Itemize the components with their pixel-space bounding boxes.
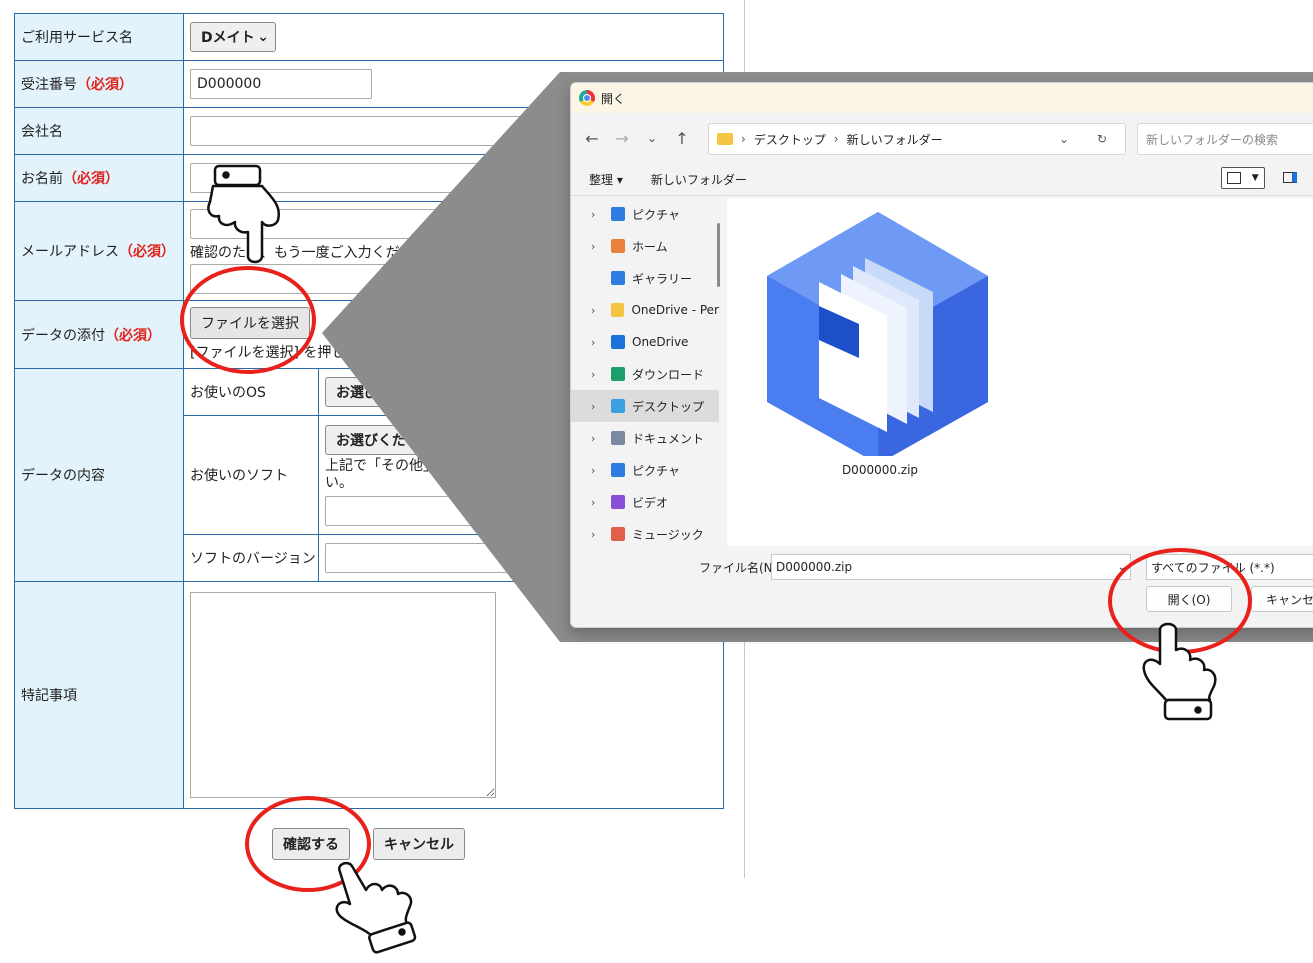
up-arrow-icon[interactable]: ↑ xyxy=(667,129,697,148)
sidebar-item-label: ピクチャ xyxy=(632,463,680,478)
sidebar-item-label: デスクトップ xyxy=(632,399,705,414)
address-dropdown-icon[interactable]: ⌄ xyxy=(1059,132,1069,146)
sidebar-item-label: ドキュメント xyxy=(632,431,705,446)
dialog-titlebar: 開く xyxy=(571,83,1313,113)
sidebar-scrollbar[interactable] xyxy=(717,223,720,287)
sidebar-item-label: OneDrive xyxy=(632,335,689,349)
sidebar-item[interactable]: ギャラリー xyxy=(571,262,719,294)
filename-label: ファイル名(N): xyxy=(699,561,782,575)
chevron-right-icon[interactable]: › xyxy=(591,240,611,253)
breadcrumb-desktop[interactable]: デスクトップ xyxy=(754,131,826,148)
sidebar-item[interactable]: › ピクチャ xyxy=(571,454,719,486)
dialog-nav: ← → ⌄ ↑ › デスクトップ › 新しいフォルダー ⌄ ↻ 新しいフォルダー… xyxy=(571,113,1313,163)
file-list: D000000.zip xyxy=(727,198,1313,546)
video-icon xyxy=(611,495,625,509)
onedrive-icon xyxy=(611,335,625,349)
onedrive-folder-icon xyxy=(610,303,625,317)
chevron-right-icon[interactable]: › xyxy=(591,496,611,509)
chevron-down-icon: ⌄ xyxy=(1117,561,1126,573)
sidebar-item[interactable]: › デスクトップ xyxy=(571,390,719,422)
sidebar-item-label: ビデオ xyxy=(632,495,669,510)
folder-icon xyxy=(717,133,733,145)
new-folder-button[interactable]: 新しいフォルダー xyxy=(651,171,747,188)
sidebar-item[interactable]: › ピクチャ xyxy=(571,198,719,230)
sidebar-item-label: ホーム xyxy=(632,239,668,254)
file-item[interactable]: D000000.zip xyxy=(767,206,993,477)
search-input[interactable]: 新しいフォルダーの検索 xyxy=(1137,123,1313,155)
chevron-right-icon[interactable]: › xyxy=(591,400,611,413)
gallery-icon xyxy=(611,271,625,285)
sidebar-item-label: ギャラリー xyxy=(632,271,693,286)
history-chevron-icon[interactable]: ⌄ xyxy=(637,131,667,145)
music-icon xyxy=(611,527,625,541)
pictures-icon xyxy=(611,463,625,477)
sidebar-item[interactable]: › OneDrive - Per xyxy=(571,294,719,326)
open-button[interactable]: 開く(O) xyxy=(1146,586,1232,612)
documents-icon xyxy=(611,431,625,445)
view-icon xyxy=(1227,172,1242,184)
view-toggle[interactable]: ▼ xyxy=(1221,167,1265,189)
zip-file-icon xyxy=(767,212,988,464)
open-file-dialog: 開く ← → ⌄ ↑ › デスクトップ › 新しいフォルダー ⌄ ↻ 新しいフォ… xyxy=(570,82,1313,628)
chevron-right-icon[interactable]: › xyxy=(591,432,611,445)
refresh-icon[interactable]: ↻ xyxy=(1097,132,1107,146)
pictures-icon xyxy=(611,207,625,221)
organize-menu[interactable]: 整理 ▾ xyxy=(589,171,623,188)
file-name-label: D000000.zip xyxy=(841,463,919,477)
chevron-down-icon: ▼ xyxy=(1251,173,1259,183)
desktop-icon xyxy=(611,399,625,413)
preview-pane-icon[interactable] xyxy=(1283,172,1297,183)
sidebar-item[interactable]: › ビデオ xyxy=(571,486,719,518)
sidebar-item-label: ダウンロード xyxy=(632,367,705,382)
dialog-toolbar: 整理 ▾ 新しいフォルダー ▼ xyxy=(571,163,1313,196)
chevron-right-icon[interactable]: › xyxy=(591,336,611,349)
dialog-title: 開く xyxy=(601,91,626,106)
filename-input[interactable]: D000000.zip ⌄ xyxy=(771,554,1131,580)
sidebar-item[interactable]: › ドキュメント xyxy=(571,422,719,454)
home-icon xyxy=(611,239,625,253)
dialog-footer: ファイル名(N): D000000.zip ⌄ すべてのファイル (*.*) 開… xyxy=(571,546,1313,627)
nav-sidebar: › ピクチャ › ホームギャラリー › OneDrive - Per › OneDrive › ダ… xyxy=(571,198,719,546)
file-type-filter[interactable]: すべてのファイル (*.*) xyxy=(1146,554,1313,580)
forward-arrow-icon[interactable]: → xyxy=(607,129,637,148)
chevron-right-icon[interactable]: › xyxy=(591,368,611,381)
back-arrow-icon[interactable]: ← xyxy=(577,129,607,148)
sidebar-item[interactable]: › ダウンロード xyxy=(571,358,719,390)
sidebar-item-label: ミュージック xyxy=(632,527,704,542)
chevron-right-icon[interactable]: › xyxy=(591,464,611,477)
dialog-cancel-button[interactable]: キャンセル xyxy=(1251,586,1313,612)
address-bar[interactable]: › デスクトップ › 新しいフォルダー ⌄ ↻ xyxy=(708,123,1126,155)
sidebar-item-label: ピクチャ xyxy=(632,207,680,222)
sidebar-item-label: OneDrive - Per xyxy=(631,303,719,317)
chrome-icon xyxy=(579,90,595,106)
chevron-right-icon[interactable]: › xyxy=(591,208,611,221)
breadcrumb-new-folder[interactable]: 新しいフォルダー xyxy=(847,131,943,148)
chevron-right-icon[interactable]: › xyxy=(591,528,611,541)
chevron-right-icon[interactable]: › xyxy=(591,304,611,317)
sidebar-item[interactable]: › OneDrive xyxy=(571,326,719,358)
sidebar-item[interactable]: › ホーム xyxy=(571,230,719,262)
download-icon xyxy=(611,367,625,381)
